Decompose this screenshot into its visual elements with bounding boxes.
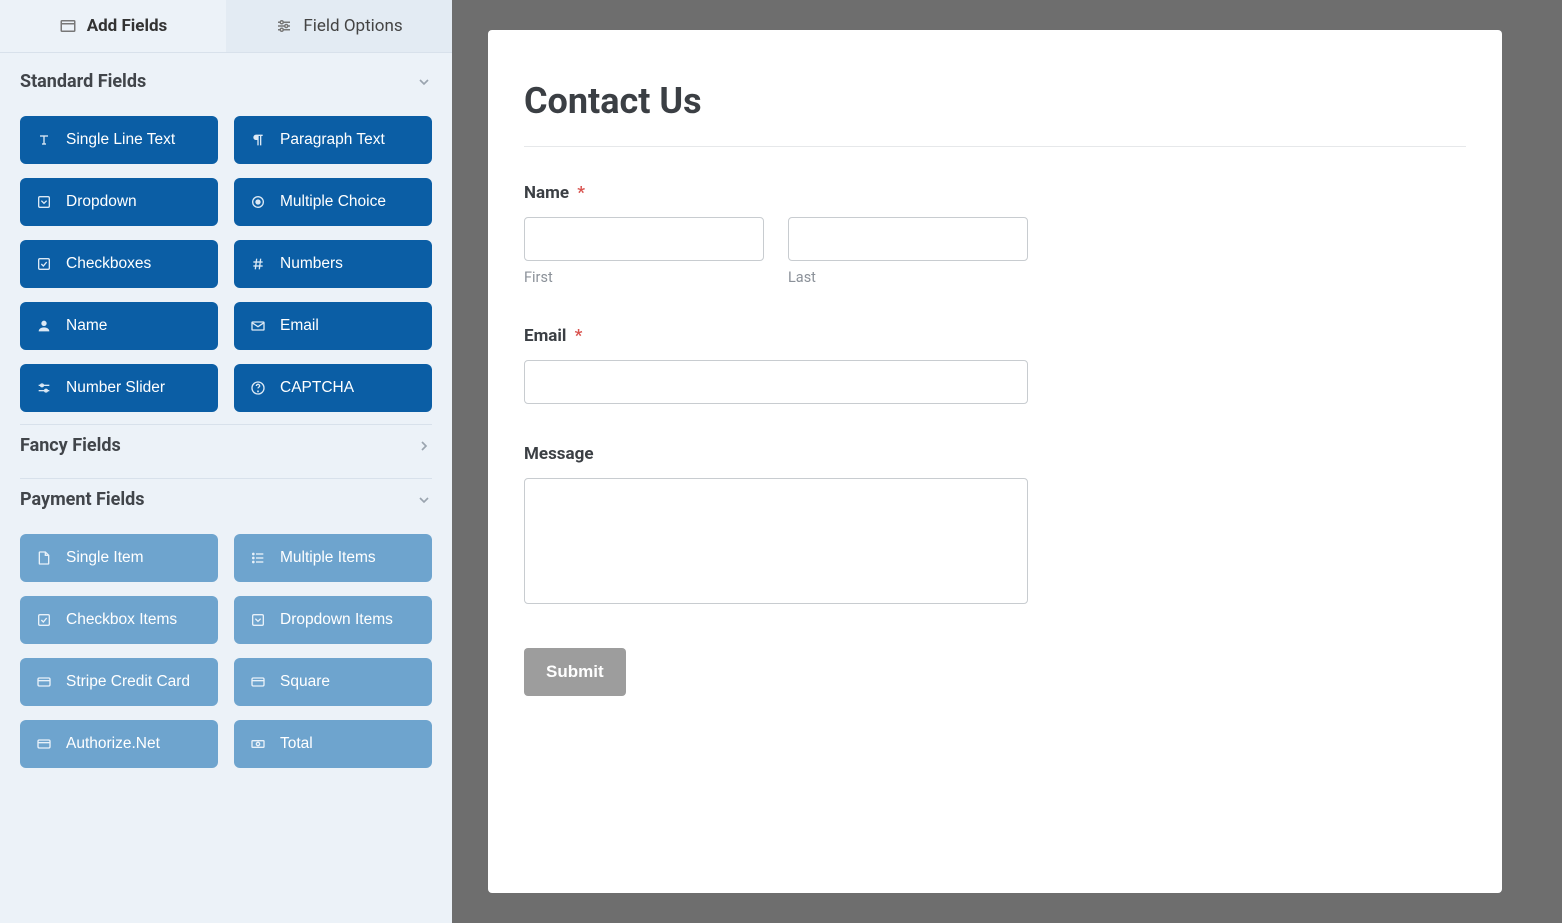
field-label: Paragraph Text: [280, 131, 385, 149]
first-name-input[interactable]: [524, 217, 764, 261]
field-paragraph-text[interactable]: Paragraph Text: [234, 116, 432, 164]
field-authorize-net[interactable]: Authorize.Net: [20, 720, 218, 768]
standard-fields-grid: Single Line Text Paragraph Text Dropdown…: [20, 116, 432, 412]
field-single-line-text[interactable]: Single Line Text: [20, 116, 218, 164]
sliders-icon: [36, 380, 52, 396]
field-label: Number Slider: [66, 379, 165, 397]
label-text: Email: [524, 326, 566, 346]
field-checkboxes[interactable]: Checkboxes: [20, 240, 218, 288]
field-dropdown[interactable]: Dropdown: [20, 178, 218, 226]
field-label: CAPTCHA: [280, 379, 354, 397]
tab-field-options[interactable]: Field Options: [226, 0, 452, 52]
tab-add-fields-label: Add Fields: [87, 16, 168, 36]
text-icon: [36, 132, 52, 148]
sliders-icon: [275, 17, 293, 35]
first-name-sublabel: First: [524, 269, 764, 286]
field-email[interactable]: Email: [234, 302, 432, 350]
hash-icon: [250, 256, 266, 272]
field-label: Email: [280, 317, 319, 335]
first-name-col: First: [524, 217, 764, 286]
section-payment-fields[interactable]: Payment Fields: [20, 478, 432, 520]
required-indicator: *: [575, 326, 583, 346]
form-title: Contact Us: [524, 80, 1466, 147]
field-label: Authorize.Net: [66, 735, 160, 753]
list-icon: [250, 550, 266, 566]
chevron-down-icon: [416, 492, 432, 508]
last-name-col: Last: [788, 217, 1028, 286]
field-label: Checkbox Items: [66, 611, 177, 629]
sidebar-tabs: Add Fields Field Options: [0, 0, 452, 53]
payment-fields-grid: Single Item Multiple Items Checkbox Item…: [20, 534, 432, 768]
sidebar-panel: Standard Fields Single Line Text Paragra…: [0, 53, 452, 798]
field-square[interactable]: Square: [234, 658, 432, 706]
email-input[interactable]: [524, 360, 1028, 404]
form-field-message[interactable]: Message: [524, 444, 1466, 608]
field-number-slider[interactable]: Number Slider: [20, 364, 218, 412]
field-single-item[interactable]: Single Item: [20, 534, 218, 582]
field-label: Checkboxes: [66, 255, 151, 273]
chevron-right-icon: [416, 438, 432, 454]
field-label: Single Line Text: [66, 131, 175, 149]
required-indicator: *: [577, 183, 585, 203]
last-name-sublabel: Last: [788, 269, 1028, 286]
field-multiple-choice[interactable]: Multiple Choice: [234, 178, 432, 226]
last-name-input[interactable]: [788, 217, 1028, 261]
check-square-icon: [36, 256, 52, 272]
paragraph-icon: [250, 132, 266, 148]
envelope-icon: [250, 318, 266, 334]
form-card: Contact Us Name * First Last: [488, 30, 1502, 893]
form-field-email[interactable]: Email *: [524, 326, 1466, 404]
section-title: Payment Fields: [20, 489, 145, 510]
field-label: Multiple Choice: [280, 193, 386, 211]
caret-down-square-icon: [250, 612, 266, 628]
field-label: Square: [280, 673, 330, 691]
field-label: Dropdown Items: [280, 611, 393, 629]
check-square-icon: [36, 612, 52, 628]
field-checkbox-items[interactable]: Checkbox Items: [20, 596, 218, 644]
field-label: Name: [66, 317, 107, 335]
field-label: Dropdown: [66, 193, 137, 211]
field-numbers[interactable]: Numbers: [234, 240, 432, 288]
tab-field-options-label: Field Options: [303, 16, 402, 36]
name-label: Name *: [524, 183, 1466, 203]
field-captcha[interactable]: CAPTCHA: [234, 364, 432, 412]
message-label: Message: [524, 444, 1466, 464]
question-circle-icon: [250, 380, 266, 396]
field-name[interactable]: Name: [20, 302, 218, 350]
label-text: Name: [524, 183, 569, 203]
tab-add-fields[interactable]: Add Fields: [0, 0, 226, 52]
field-label: Total: [280, 735, 313, 753]
caret-down-square-icon: [36, 194, 52, 210]
sidebar: Add Fields Field Options Standard Fields: [0, 0, 452, 923]
field-dropdown-items[interactable]: Dropdown Items: [234, 596, 432, 644]
credit-card-icon: [36, 736, 52, 752]
file-icon: [36, 550, 52, 566]
section-title: Fancy Fields: [20, 435, 121, 456]
money-icon: [250, 736, 266, 752]
name-input-pair: First Last: [524, 217, 1028, 286]
credit-card-icon: [250, 674, 266, 690]
section-title: Standard Fields: [20, 71, 146, 92]
email-label: Email *: [524, 326, 1466, 346]
field-total[interactable]: Total: [234, 720, 432, 768]
window-icon: [59, 17, 77, 35]
submit-button[interactable]: Submit: [524, 648, 626, 696]
user-icon: [36, 318, 52, 334]
message-input[interactable]: [524, 478, 1028, 604]
field-multiple-items[interactable]: Multiple Items: [234, 534, 432, 582]
chevron-down-icon: [416, 74, 432, 90]
field-label: Single Item: [66, 549, 144, 567]
field-stripe-credit-card[interactable]: Stripe Credit Card: [20, 658, 218, 706]
form-field-name[interactable]: Name * First Last: [524, 183, 1466, 286]
credit-card-icon: [36, 674, 52, 690]
form-preview-area: Contact Us Name * First Last: [452, 0, 1562, 923]
section-fancy-fields[interactable]: Fancy Fields: [20, 424, 432, 466]
field-label: Multiple Items: [280, 549, 376, 567]
field-label: Numbers: [280, 255, 343, 273]
section-standard-fields[interactable]: Standard Fields: [20, 71, 432, 102]
radio-icon: [250, 194, 266, 210]
field-label: Stripe Credit Card: [66, 673, 190, 691]
